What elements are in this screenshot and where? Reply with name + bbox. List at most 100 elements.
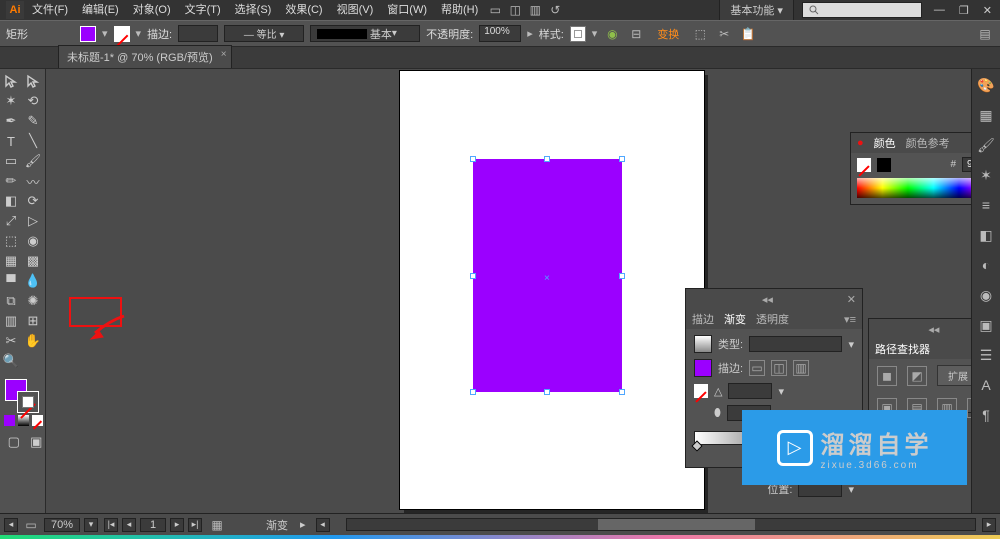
first-artboard-icon[interactable]: |◂ xyxy=(104,518,118,532)
search-input[interactable] xyxy=(802,2,922,18)
zoom-dropdown-icon[interactable]: ▾ xyxy=(84,518,98,532)
stroke-weight-input[interactable] xyxy=(178,25,218,42)
dock-symbols-icon[interactable]: ✶ xyxy=(976,165,996,185)
stroke-swatch[interactable] xyxy=(114,26,130,42)
zoom-out-icon[interactable]: ◂ xyxy=(4,518,18,532)
sync-icon[interactable]: ↺ xyxy=(546,1,564,19)
last-artboard-icon[interactable]: ▸| xyxy=(188,518,202,532)
dock-char-icon[interactable]: A xyxy=(976,375,996,395)
scroll-left-icon[interactable]: ◂ xyxy=(316,518,330,532)
brush-dropdown[interactable]: 基本 ▾ xyxy=(310,25,420,42)
color-spectrum[interactable] xyxy=(857,178,971,198)
dock-graphic-styles-icon[interactable]: ▣ xyxy=(976,315,996,335)
zoom-input[interactable]: 70% xyxy=(44,518,80,532)
dock-color-icon[interactable]: 🎨 xyxy=(976,75,996,95)
next-artboard-icon[interactable]: ▸ xyxy=(170,518,184,532)
blend-tool[interactable]: ⧉ xyxy=(0,291,22,311)
tab-transparency[interactable]: 透明度 xyxy=(756,311,789,327)
align-icon[interactable]: ⊟ xyxy=(627,25,645,43)
graph-tool[interactable]: ▥ xyxy=(0,311,22,331)
panel-collapse-icon[interactable]: ◂◂ xyxy=(928,323,939,336)
perspective-tool[interactable]: ▦ xyxy=(0,251,22,271)
dock-gradient-icon[interactable]: ◧ xyxy=(976,225,996,245)
dock-stroke-icon[interactable]: ≡ xyxy=(976,195,996,215)
rectangle-tool[interactable]: ▭ xyxy=(0,151,22,171)
artboard-number[interactable]: 1 xyxy=(140,518,166,532)
transform-button[interactable]: 变换 xyxy=(651,26,685,42)
stroke-mode-2[interactable]: ◫ xyxy=(771,360,787,376)
paintbrush-tool[interactable]: 🖌 xyxy=(22,151,44,171)
menu-view[interactable]: 视图(V) xyxy=(331,0,380,20)
none-mode-icon[interactable] xyxy=(32,415,43,426)
dock-layers-icon[interactable]: ☰ xyxy=(976,345,996,365)
document-tab[interactable]: 未标题-1* @ 70% (RGB/预览) × xyxy=(58,45,232,68)
symbol-sprayer-tool[interactable]: ✺ xyxy=(22,291,44,311)
isolate-icon[interactable]: ⬚ xyxy=(691,25,709,43)
prev-artboard-icon[interactable]: ◂ xyxy=(122,518,136,532)
layout-icon[interactable]: ▭ xyxy=(486,1,504,19)
hand-tool[interactable]: ✋ xyxy=(22,331,44,351)
canvas[interactable]: × ● 颜色 颜色参考 ▾≡ # 9B00FF xyxy=(46,69,971,513)
panel-menu-icon[interactable]: ▤ xyxy=(976,25,994,43)
menu-edit[interactable]: 编辑(E) xyxy=(76,0,125,20)
dock-swatches-icon[interactable]: ▦ xyxy=(976,105,996,125)
direct-select-tool[interactable] xyxy=(22,71,44,91)
dock-para-icon[interactable]: ¶ xyxy=(976,405,996,425)
sel-handle[interactable] xyxy=(470,156,476,162)
window-close-icon[interactable]: ✕ xyxy=(983,4,992,17)
sel-handle[interactable] xyxy=(619,156,625,162)
panel-menu-icon[interactable]: ▾≡ xyxy=(844,313,856,326)
color-mode-icon[interactable] xyxy=(4,415,15,426)
tab-pathfinder[interactable]: 路径查找器 xyxy=(875,341,930,357)
eraser-tool[interactable]: ◧ xyxy=(0,191,22,211)
menu-type[interactable]: 文字(T) xyxy=(179,0,227,20)
line-tool[interactable]: ╲ xyxy=(22,131,44,151)
more-icon[interactable]: 📋 xyxy=(739,25,757,43)
tab-gradient[interactable]: 渐变 xyxy=(724,311,746,327)
mesh-tool[interactable]: ▩ xyxy=(22,251,44,271)
window-minimize-icon[interactable]: ― xyxy=(934,4,945,17)
pf-unite-icon[interactable]: ◼ xyxy=(877,366,897,386)
blob-brush-tool[interactable]: 〰 xyxy=(22,171,44,191)
tab-color-guide[interactable]: 颜色参考 xyxy=(906,135,950,151)
screen-mode-full[interactable]: ▣ xyxy=(27,432,47,452)
lasso-tool[interactable]: ⟲ xyxy=(22,91,44,111)
zoom-tool[interactable]: 🔍 xyxy=(0,351,22,371)
menu-window[interactable]: 窗口(W) xyxy=(381,0,433,20)
workspace-dropdown[interactable]: 基本功能 ▾ xyxy=(719,0,794,21)
free-transform-tool[interactable]: ⬚ xyxy=(0,231,22,251)
eyedropper-tool[interactable]: 💧 xyxy=(22,271,44,291)
hex-input[interactable]: 9B00FF xyxy=(962,157,971,172)
tab-color[interactable]: 颜色 xyxy=(874,135,896,151)
dock-brushes-icon[interactable]: 🖌 xyxy=(976,135,996,155)
horizontal-scrollbar[interactable] xyxy=(346,518,976,531)
stroke-color-swatch[interactable] xyxy=(17,391,39,413)
scale-tool[interactable]: ⤢ xyxy=(0,211,22,231)
gradient-preview[interactable] xyxy=(694,335,712,353)
angle-input[interactable] xyxy=(728,383,772,399)
slice-tool[interactable]: ✂ xyxy=(0,331,22,351)
pencil-tool[interactable]: ✏ xyxy=(0,171,22,191)
stroke-mode-1[interactable]: ▭ xyxy=(749,360,765,376)
selection-tool[interactable] xyxy=(0,71,22,91)
grad-none-icon[interactable] xyxy=(694,384,708,398)
menu-file[interactable]: 文件(F) xyxy=(26,0,74,20)
style-swatch[interactable] xyxy=(570,26,586,42)
stroke-profile-dropdown[interactable]: — 等比 ▾ xyxy=(224,25,304,42)
sel-handle[interactable] xyxy=(619,273,625,279)
gradient-tool[interactable]: ▀ xyxy=(0,271,22,291)
view-mode-icon[interactable]: ▭ xyxy=(22,516,40,534)
color-swatch-2[interactable] xyxy=(877,158,891,172)
fill-stroke-control[interactable] xyxy=(0,377,45,413)
type-tool[interactable]: T xyxy=(0,131,22,151)
gradient-fill-swatch[interactable] xyxy=(694,359,712,377)
width-tool[interactable]: ▷ xyxy=(22,211,44,231)
pf-expand-button[interactable]: 扩展 xyxy=(937,365,971,386)
tab-stroke[interactable]: 描边 xyxy=(692,311,714,327)
gradient-stop-left[interactable] xyxy=(691,440,702,451)
recolor-icon[interactable]: ◉ xyxy=(603,25,621,43)
menu-help[interactable]: 帮助(H) xyxy=(435,0,484,20)
panel-collapse-icon[interactable]: ◂◂ xyxy=(762,293,773,306)
pen-tool[interactable]: ✒ xyxy=(0,111,22,131)
artboard-tool[interactable]: ⊞ xyxy=(22,311,44,331)
